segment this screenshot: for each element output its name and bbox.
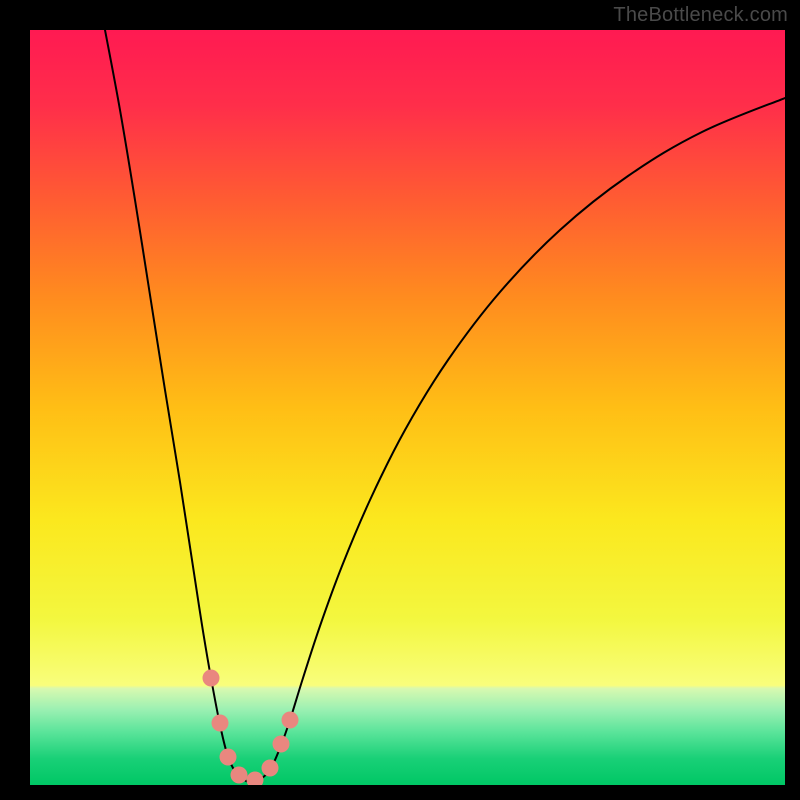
highlight-dot	[273, 736, 290, 753]
highlight-dot	[220, 749, 237, 766]
highlight-dot	[262, 760, 279, 777]
highlight-dot	[212, 715, 229, 732]
highlight-dot	[282, 712, 299, 729]
gradient-background	[30, 30, 785, 785]
plot-svg	[30, 30, 785, 785]
highlight-dot	[231, 767, 248, 784]
watermark-text: TheBottleneck.com	[613, 4, 788, 27]
chart-stage: TheBottleneck.com	[0, 0, 800, 800]
plot-area	[30, 30, 785, 785]
highlight-dot	[203, 670, 220, 687]
